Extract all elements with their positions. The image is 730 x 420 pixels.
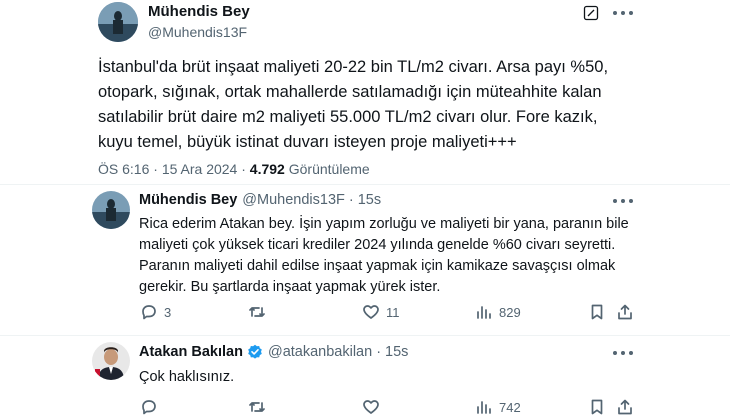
- reply-tweet[interactable]: Atakan Bakılan @atakanbakilan · 15s Çok …: [0, 336, 730, 420]
- reply-text-line: gerekir. Bu şartlarda inşaat yapmak yüre…: [139, 279, 441, 295]
- analytics-icon: [477, 401, 491, 414]
- more-icon[interactable]: [613, 199, 633, 205]
- views-button[interactable]: 829: [475, 302, 521, 322]
- retweet-icon: [249, 402, 265, 412]
- avatar[interactable]: [92, 342, 130, 380]
- reply-text-line: Çok haklısınız.: [139, 369, 235, 385]
- analytics-icon: [477, 306, 491, 319]
- views-count: 4.792: [249, 161, 285, 177]
- reply-text-line: Paranın maliyeti dahil edilse inşaat yap…: [139, 258, 616, 274]
- share-icon: [618, 399, 632, 415]
- main-tweet-header: Mühendis Bey: [148, 3, 250, 20]
- time-separator: ·: [376, 344, 382, 360]
- time-separator: ·: [348, 192, 354, 208]
- bookmark-button[interactable]: [588, 397, 606, 417]
- bookmark-icon: [591, 399, 603, 415]
- tweet-date[interactable]: 15 Ara 2024: [162, 161, 238, 177]
- handle[interactable]: @atakanbakilan: [268, 344, 372, 360]
- reply-text-line: maliyeti çok yüksek ticari krediler 2024…: [139, 237, 616, 253]
- bookmark-button[interactable]: [588, 302, 606, 322]
- more-icon[interactable]: [613, 351, 633, 357]
- views-count: 829: [499, 304, 521, 320]
- avatar-image: [92, 191, 130, 229]
- handle-row: @Muhendis13F: [148, 24, 247, 40]
- main-tweet: Mühendis Bey @Muhendis13F İstanbul'da br…: [0, 0, 730, 186]
- bookmark-icon: [591, 304, 603, 320]
- like-count: 11: [386, 304, 400, 320]
- avatar[interactable]: [98, 2, 138, 42]
- comment-icon: [142, 305, 156, 320]
- avatar[interactable]: [92, 191, 130, 229]
- tweet-text-line: kuyu temel, büyük istinat duvarı isteyen…: [98, 133, 517, 151]
- like-button[interactable]: [362, 397, 386, 417]
- relative-time[interactable]: 15s: [385, 344, 408, 360]
- reply-text: Çok haklısınız.: [139, 367, 234, 388]
- avatar-image: [92, 342, 130, 380]
- tweet-text-line: satılabilir brüt daire m2 maliyeti 55.00…: [98, 108, 598, 126]
- like-button[interactable]: 11: [362, 302, 400, 322]
- share-button[interactable]: [616, 397, 634, 417]
- retweet-icon: [249, 307, 265, 317]
- reply-header: Atakan Bakılan @atakanbakilan · 15s: [139, 344, 408, 360]
- views-label: Görüntüleme: [288, 161, 370, 177]
- meta-separator: ·: [153, 161, 158, 177]
- handle[interactable]: @Muhendis13F: [148, 24, 247, 40]
- relative-time[interactable]: 15s: [358, 192, 381, 208]
- comment-icon: [142, 400, 156, 415]
- tweet-meta: ÖS 6:16 · 15 Ara 2024 · 4.792 Görüntülem…: [98, 161, 370, 177]
- edit-icon[interactable]: [583, 5, 599, 21]
- tweet-text-line: İstanbul'da brüt inşaat maliyeti 20-22 b…: [98, 58, 609, 76]
- handle[interactable]: @Muhendis13F: [242, 192, 345, 208]
- reply-actions: 742: [0, 397, 730, 417]
- views-count: 742: [499, 399, 521, 415]
- heart-icon: [363, 305, 379, 319]
- verified-badge-icon: [247, 344, 263, 360]
- reply-count: 3: [164, 304, 172, 320]
- retweet-button[interactable]: [248, 397, 272, 417]
- reply-actions: 3 11 829: [0, 302, 730, 322]
- meta-separator: ·: [241, 161, 246, 177]
- reply-text: Rica ederim Atakan bey. İşin yapım zorlu…: [139, 214, 629, 298]
- share-icon: [618, 304, 632, 320]
- more-icon[interactable]: [613, 11, 633, 17]
- display-name[interactable]: Atakan Bakılan: [139, 344, 243, 360]
- share-button[interactable]: [616, 302, 634, 322]
- heart-icon: [363, 400, 379, 414]
- reply-header: Mühendis Bey @Muhendis13F · 15s: [139, 192, 381, 208]
- tweet-time[interactable]: ÖS 6:16: [98, 161, 149, 177]
- reply-button[interactable]: [140, 397, 164, 417]
- display-name[interactable]: Mühendis Bey: [148, 3, 250, 20]
- retweet-button[interactable]: [248, 302, 272, 322]
- avatar-image: [98, 2, 138, 42]
- reply-text-line: Rica ederim Atakan bey. İşin yapım zorlu…: [139, 216, 629, 232]
- reply-button[interactable]: 3: [140, 302, 171, 322]
- reply-tweet[interactable]: Mühendis Bey @Muhendis13F · 15s Rica ede…: [0, 185, 730, 335]
- tweet-text: İstanbul'da brüt inşaat maliyeti 20-22 b…: [98, 55, 608, 155]
- display-name[interactable]: Mühendis Bey: [139, 192, 237, 208]
- views-button[interactable]: 742: [475, 397, 521, 417]
- tweet-text-line: otopark, sığınak, ortak mahallerde satıl…: [98, 83, 602, 101]
